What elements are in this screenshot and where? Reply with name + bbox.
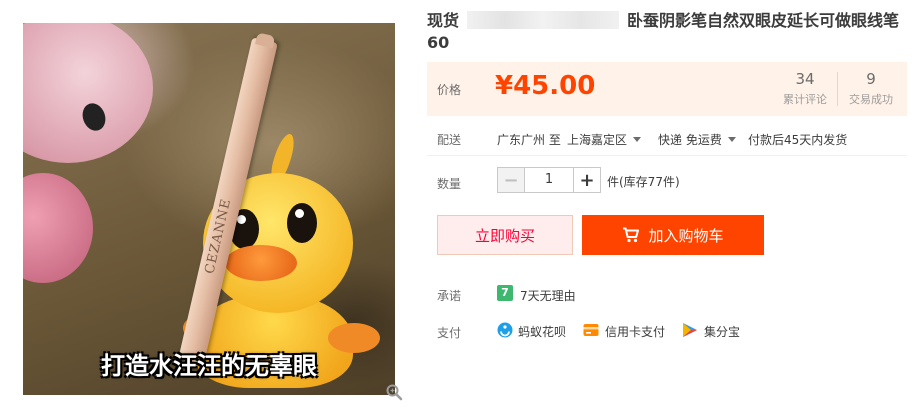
reviews-count: 34 — [795, 70, 815, 88]
stock-info: 件(库存77件) — [607, 175, 680, 189]
promise-text[interactable]: 7天无理由 — [520, 287, 576, 304]
shipping-from: 广东广州 至 — [497, 133, 561, 147]
quantity-input[interactable]: 1 — [525, 168, 573, 192]
chevron-down-icon — [633, 137, 642, 142]
price-value: ¥45.00 — [495, 71, 596, 101]
buy-now-button[interactable]: 立即购买 — [437, 215, 573, 255]
shipping-destination: 上海嘉定区 — [567, 133, 628, 147]
seven-day-return-icon: 7 — [497, 285, 513, 301]
cart-icon — [623, 227, 640, 243]
promise-label: 承诺 — [437, 289, 462, 303]
decrease-quantity-button[interactable]: − — [498, 168, 525, 192]
huabei-icon — [497, 322, 513, 338]
dispatch-time: 付款后45天内发货 — [748, 133, 848, 147]
duck-right-eye — [287, 203, 317, 243]
payment-huabei[interactable]: 蚂蚁花呗 — [518, 323, 566, 340]
divider — [427, 155, 907, 156]
payment-jifenbao[interactable]: 集分宝 — [704, 323, 740, 340]
shipping-method-select[interactable]: 快递 免运费 — [658, 131, 736, 148]
trades-label: 交易成功 — [849, 93, 893, 106]
payment-credit-card[interactable]: 信用卡支付 — [605, 323, 665, 340]
quantity-stepper: − 1 + — [497, 167, 601, 193]
price-panel: 价格 ¥45.00 34 累计评论 9 交易成功 — [427, 62, 907, 116]
add-to-cart-button[interactable]: 加入购物车 — [582, 215, 764, 255]
stat-divider — [837, 72, 838, 106]
image-caption: 打造水汪汪的无辜眼 — [101, 352, 317, 380]
reviews-stat[interactable]: 34 累计评论 — [774, 70, 836, 107]
magnifier-icon[interactable] — [385, 383, 403, 401]
price-label: 价格 — [437, 83, 462, 97]
product-image[interactable]: CEZANNE 打造水汪汪的无辜眼 — [23, 23, 395, 395]
quantity-label: 数量 — [437, 177, 462, 191]
shipping-label: 配送 — [437, 133, 462, 147]
reviews-label: 累计评论 — [783, 93, 827, 106]
buy-now-label: 立即购买 — [474, 226, 535, 245]
trades-stat: 9 交易成功 — [840, 70, 902, 107]
trades-count: 9 — [866, 70, 876, 88]
redacted-title-block — [467, 11, 620, 29]
increase-quantity-button[interactable]: + — [573, 168, 600, 192]
add-to-cart-label: 加入购物车 — [648, 226, 724, 245]
shipping-method: 快递 免运费 — [658, 133, 722, 147]
payment-label: 支付 — [437, 326, 462, 340]
duck-beak — [225, 245, 297, 281]
shipping-destination-select[interactable]: 上海嘉定区 — [567, 131, 642, 148]
title-prefix: 现货 — [427, 11, 460, 30]
jifenbao-icon — [683, 323, 697, 337]
product-title: 现货 卧蚕阴影笔自然双眼皮延长可做眼线笔60 — [427, 10, 902, 54]
chevron-down-icon — [727, 137, 736, 142]
credit-card-icon — [583, 324, 599, 336]
